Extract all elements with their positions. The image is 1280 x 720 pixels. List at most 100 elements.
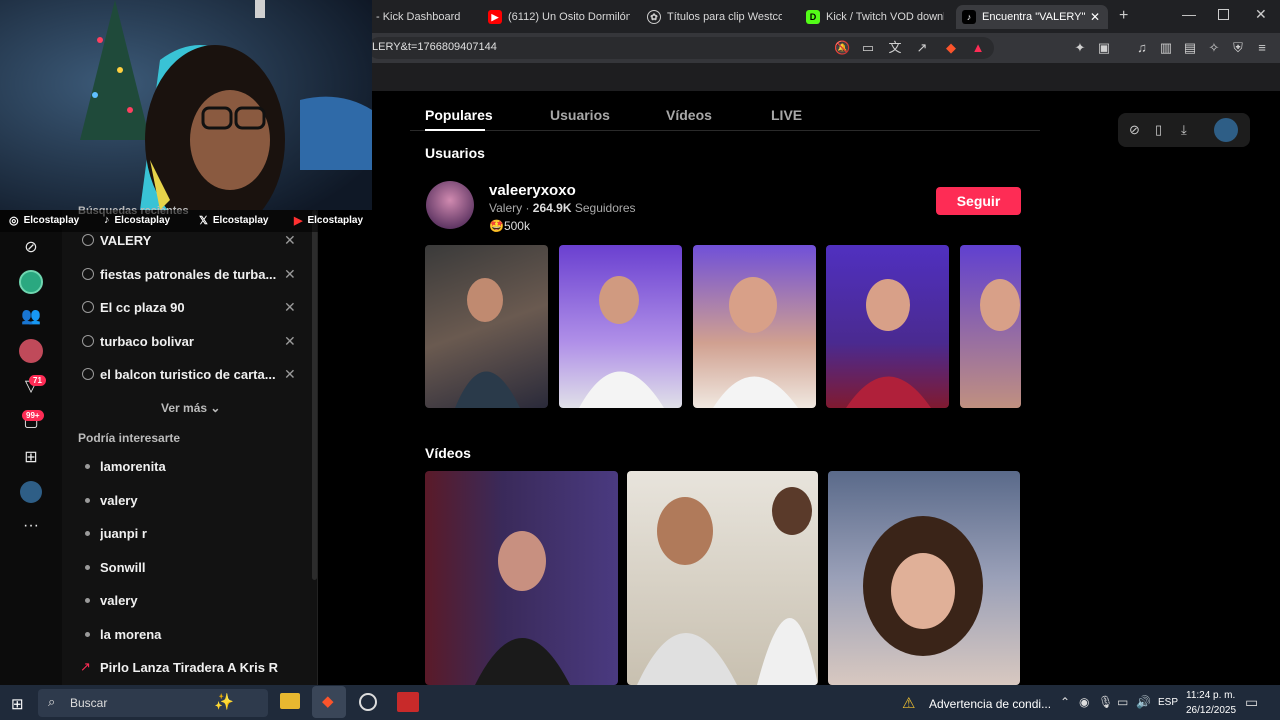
- following-avatar-icon[interactable]: [18, 269, 44, 295]
- tray-chevron-icon[interactable]: ⌃: [1060, 695, 1070, 709]
- compass-icon[interactable]: ⊘: [1129, 122, 1140, 138]
- download-icon[interactable]: ⤓: [1181, 122, 1187, 138]
- user-video-thumbnail[interactable]: [559, 245, 682, 408]
- video-frame-image: [846, 279, 931, 408]
- user-video-thumbnail[interactable]: [960, 245, 1021, 408]
- tab-tiktok-search[interactable]: ♪ Encuentra "VALERY" en T ✕: [956, 5, 1108, 29]
- translate-icon[interactable]: 文: [887, 40, 903, 56]
- remove-icon[interactable]: ✕: [284, 333, 296, 350]
- phone-icon[interactable]: ▯: [1155, 122, 1162, 138]
- remove-icon[interactable]: ✕: [284, 266, 296, 283]
- close-window-icon[interactable]: ✕: [1255, 6, 1267, 23]
- tab-live[interactable]: LIVE: [771, 107, 802, 123]
- brave-shields-icon[interactable]: ◆: [943, 40, 959, 56]
- follow-button[interactable]: Seguir: [936, 187, 1021, 215]
- tab-search-icon[interactable]: ▣: [1096, 40, 1112, 56]
- extensions-icon[interactable]: ✦: [1072, 40, 1088, 56]
- kick-d-icon: D: [806, 10, 820, 24]
- wallet-icon[interactable]: ▤: [1182, 40, 1198, 56]
- weather-alert[interactable]: Advertencia de condi...: [929, 697, 1051, 711]
- recent-search-item[interactable]: el balcon turistico de carta... ✕: [62, 359, 312, 389]
- friends-icon[interactable]: 👥: [18, 303, 44, 329]
- recent-search-item[interactable]: turbaco bolivar ✕: [62, 326, 312, 356]
- vpn-icon[interactable]: ⛨: [1230, 40, 1246, 56]
- new-tab-icon[interactable]: +: [1119, 7, 1128, 25]
- close-tab-icon[interactable]: ✕: [1090, 10, 1100, 24]
- taskbar-search-box[interactable]: ⌕ Buscar ✨: [38, 689, 268, 717]
- notification-center-icon[interactable]: ▭: [1245, 694, 1258, 711]
- network-icon[interactable]: ▭: [1117, 695, 1128, 709]
- dot-icon: [85, 631, 90, 637]
- file-explorer-icon[interactable]: [280, 693, 300, 709]
- messages-badge: 99+: [22, 410, 44, 421]
- more-icon[interactable]: ···: [18, 513, 44, 539]
- brave-taskbar-button[interactable]: ◆: [312, 686, 346, 718]
- maximize-icon[interactable]: [1218, 9, 1229, 20]
- chevron-down-icon: ⌄: [210, 401, 221, 415]
- meet-now-icon[interactable]: ◉: [1079, 695, 1089, 709]
- suggestion-item[interactable]: lamorenita: [62, 451, 312, 481]
- trending-item[interactable]: ↗ Pirlo Lanza Tiradera A Kris R: [62, 652, 312, 682]
- profile-avatar-icon[interactable]: [18, 479, 44, 505]
- obs-icon[interactable]: [359, 693, 377, 711]
- history-icon: [82, 335, 94, 347]
- minimize-icon[interactable]: —: [1182, 6, 1196, 22]
- see-more-button[interactable]: Ver más ⌄: [161, 401, 220, 415]
- video-result-thumbnail[interactable]: [425, 471, 618, 685]
- user-username[interactable]: valeeryxoxo: [489, 182, 576, 199]
- user-video-thumbnail[interactable]: [693, 245, 816, 408]
- remove-icon[interactable]: ✕: [284, 366, 296, 383]
- suggestion-item[interactable]: la morena: [62, 619, 312, 649]
- tab-videos[interactable]: Vídeos: [666, 107, 712, 123]
- explore-icon[interactable]: ⊘: [18, 234, 44, 260]
- volume-icon[interactable]: 🔊: [1136, 695, 1151, 709]
- tab-usuarios[interactable]: Usuarios: [550, 107, 610, 123]
- tab-chatgpt[interactable]: ✿ Títulos para clip Westcol: [647, 5, 782, 29]
- remove-icon[interactable]: ✕: [284, 232, 296, 249]
- share-icon[interactable]: ↗: [914, 40, 930, 56]
- suggestion-item[interactable]: Sonwill: [62, 552, 312, 582]
- tab-youtube[interactable]: ▶ (6112) Un Osito Dormilón, B: [488, 5, 630, 29]
- sidebar-icon[interactable]: ▥: [1158, 40, 1174, 56]
- tiktok-icon: ♪: [104, 214, 110, 226]
- user-avatar[interactable]: [426, 181, 474, 229]
- dot-icon: [85, 497, 90, 503]
- search-dropdown: Búsquedas recientes VALERY ✕ fiestas pat…: [62, 205, 318, 685]
- voicemeeter-icon[interactable]: [397, 692, 419, 712]
- search-icon: ⌕: [48, 694, 56, 709]
- tab-kick-dashboard[interactable]: - Kick Dashboard: [376, 5, 476, 29]
- social-handles-overlay: ◎ Elcostaplay ♪ Elcostaplay 𝕏 Elcostaplay ▶…: [0, 210, 372, 232]
- tab-vod-download[interactable]: D Kick / Twitch VOD download: [806, 5, 944, 29]
- live-avatar-icon[interactable]: [18, 338, 44, 364]
- user-video-thumbnail[interactable]: [826, 245, 949, 408]
- suggestion-item[interactable]: valery: [62, 485, 312, 515]
- menu-icon[interactable]: ≡: [1254, 40, 1270, 56]
- clock-date[interactable]: 26/12/2025: [1186, 705, 1236, 716]
- tab-populares[interactable]: Populares: [425, 107, 493, 123]
- recent-search-item[interactable]: El cc plaza 90 ✕: [62, 292, 312, 322]
- cast-icon[interactable]: ▭: [860, 40, 876, 56]
- leo-ai-icon[interactable]: ✧: [1206, 40, 1222, 56]
- video-result-thumbnail[interactable]: [828, 471, 1020, 685]
- windows-start-icon[interactable]: ⊞: [11, 695, 24, 713]
- video-result-thumbnail[interactable]: [627, 471, 818, 685]
- language-indicator[interactable]: ESP: [1158, 697, 1178, 708]
- profile-avatar-icon[interactable]: [1214, 118, 1238, 142]
- recent-search-item[interactable]: fiestas patronales de turba... ✕: [62, 259, 312, 289]
- user-video-thumbnail[interactable]: [425, 245, 548, 408]
- upload-icon[interactable]: ⊞: [18, 444, 44, 470]
- dropdown-scrollbar[interactable]: [312, 210, 317, 580]
- history-icon: [82, 234, 94, 246]
- suggestion-item[interactable]: juanpi r: [62, 518, 312, 548]
- notifications-off-icon[interactable]: 🔕: [834, 40, 850, 56]
- users-section-header: Usuarios: [425, 145, 485, 161]
- media-icon[interactable]: ♫: [1134, 40, 1150, 56]
- remove-icon[interactable]: ✕: [284, 299, 296, 316]
- history-icon: [82, 268, 94, 280]
- dot-icon: [85, 463, 90, 469]
- microphone-icon[interactable]: 🎙: [1098, 695, 1113, 709]
- user-bio: 🤩500k: [489, 219, 530, 233]
- suggestion-item[interactable]: valery: [62, 585, 312, 615]
- clock-time[interactable]: 11:24 p. m.: [1186, 690, 1235, 701]
- brave-rewards-icon[interactable]: ▲: [970, 40, 986, 56]
